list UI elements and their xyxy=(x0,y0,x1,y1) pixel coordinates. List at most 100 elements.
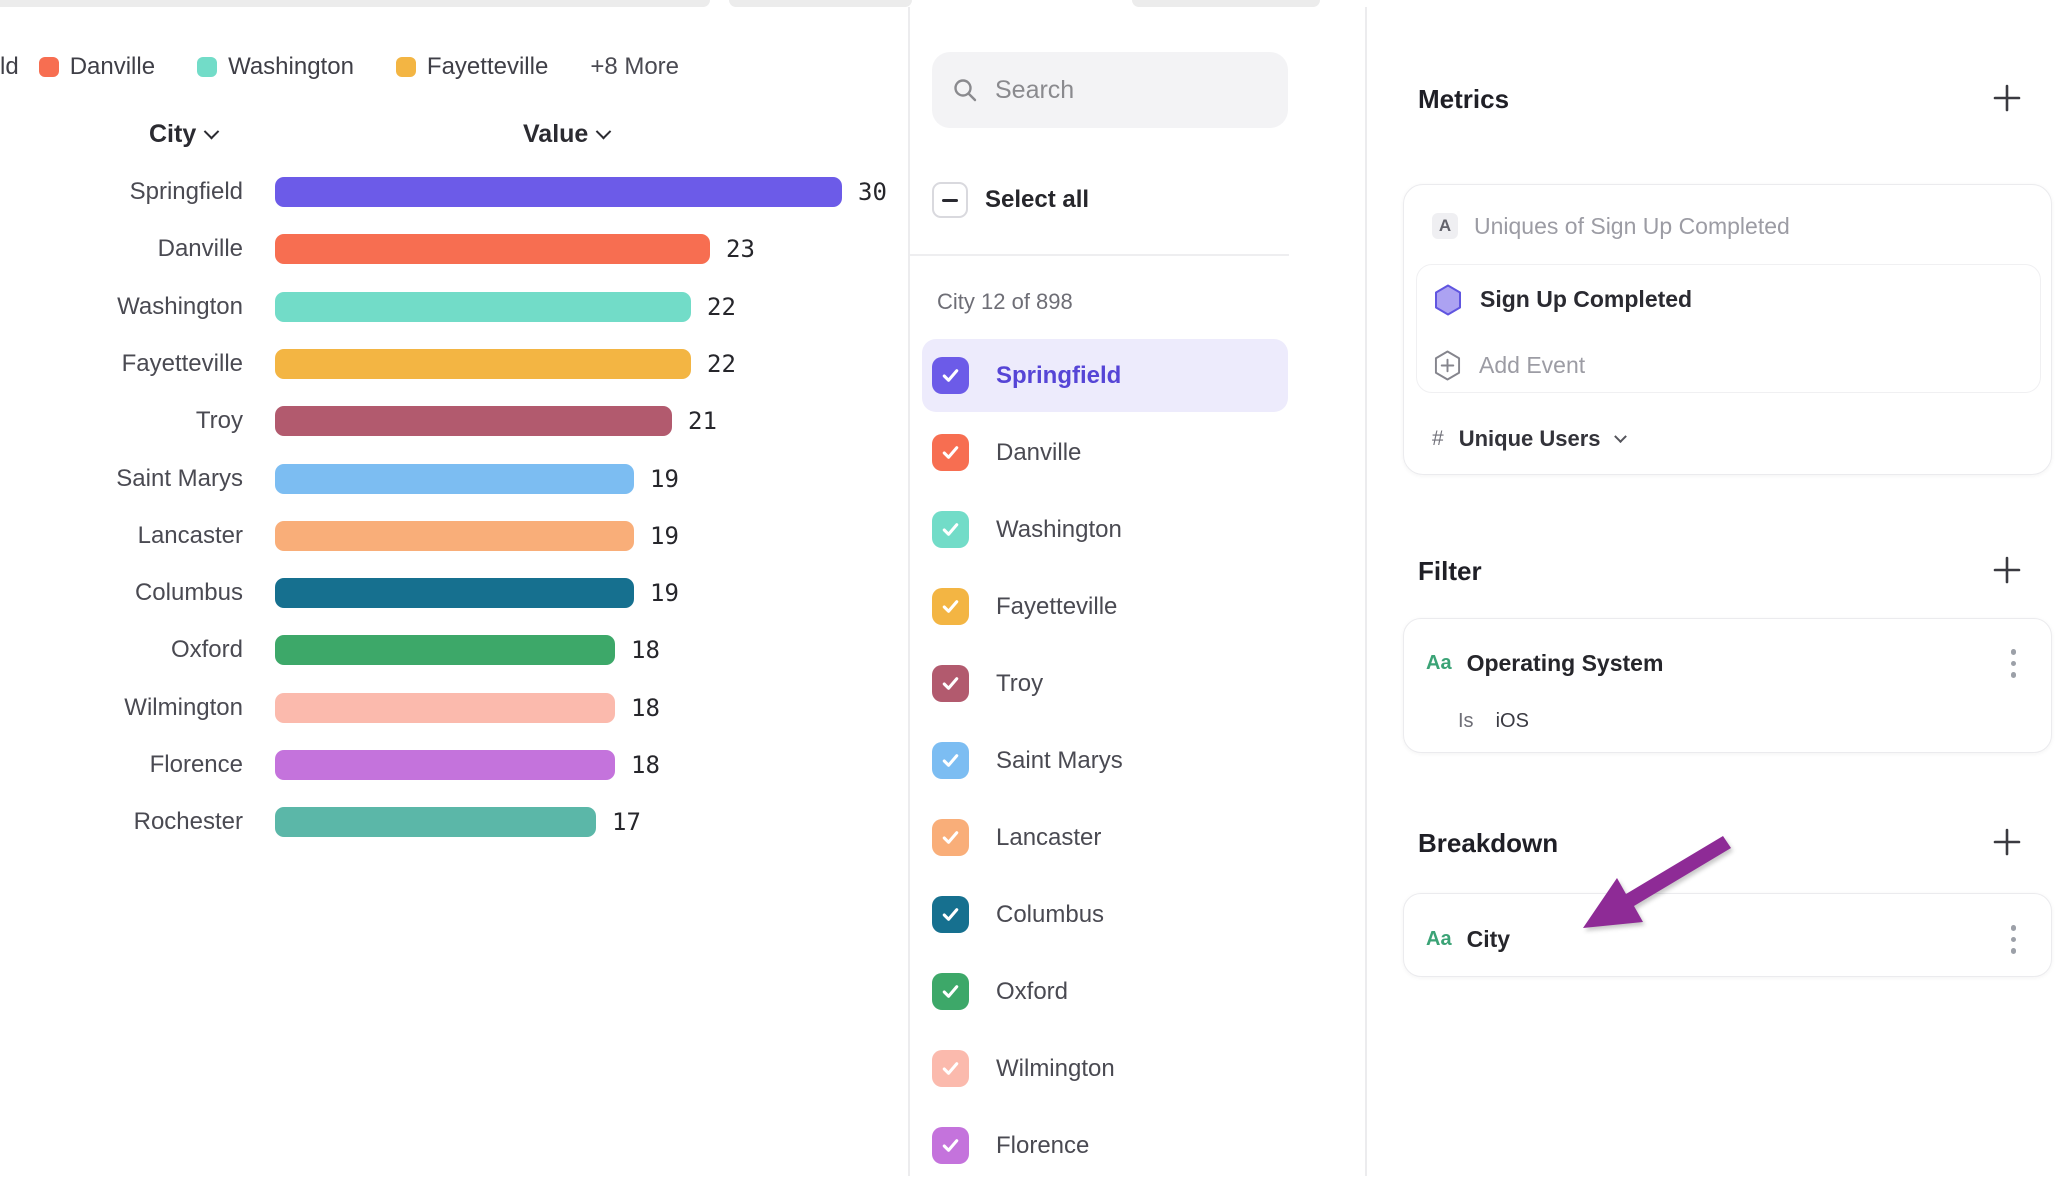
city-name-label: Lancaster xyxy=(996,824,1101,852)
measure-selector[interactable]: # Unique Users xyxy=(1432,421,1625,457)
add-metric-button[interactable] xyxy=(1992,83,2022,113)
check-icon xyxy=(939,595,962,618)
city-count-label: City 12 of 898 xyxy=(937,289,1073,315)
city-list-item[interactable]: Oxford xyxy=(922,955,1288,1028)
city-list-item[interactable]: Springfield xyxy=(922,339,1288,412)
event-row[interactable]: Sign Up Completed xyxy=(1434,272,1692,327)
legend-item[interactable]: Danville xyxy=(39,53,155,81)
bar[interactable] xyxy=(275,406,672,436)
filter-value: iOS xyxy=(1496,710,1529,733)
chart-row: Oxford18 xyxy=(0,621,908,679)
city-checkbox[interactable] xyxy=(932,588,969,625)
city-checkbox[interactable] xyxy=(932,973,969,1010)
bar-category-label: Springfield xyxy=(0,163,243,221)
city-checkbox[interactable] xyxy=(932,819,969,856)
city-checkbox[interactable] xyxy=(932,1050,969,1087)
chart-column-city[interactable]: City xyxy=(149,118,217,150)
chart-row: Rochester17 xyxy=(0,793,908,851)
legend-item-truncated[interactable]: ld xyxy=(0,53,19,81)
city-name-label: Florence xyxy=(996,1132,1089,1160)
city-checkbox[interactable] xyxy=(932,742,969,779)
event-card: Sign Up Completed Add Event xyxy=(1416,264,2041,393)
city-list-item[interactable]: Wilmington xyxy=(922,1032,1288,1105)
legend-items: Danville Washington Fayetteville xyxy=(39,53,549,81)
toolbar-sliver xyxy=(0,0,710,7)
chart-column-value[interactable]: Value xyxy=(523,118,609,150)
city-list-item[interactable]: Saint Marys xyxy=(922,724,1288,797)
divider xyxy=(910,254,1289,256)
select-all-row[interactable]: Select all xyxy=(932,182,1089,218)
bar[interactable] xyxy=(275,464,634,494)
add-event-label: Add Event xyxy=(1479,352,1585,379)
chart-row: Danville 23 xyxy=(0,220,908,278)
city-list-item[interactable]: Danville xyxy=(922,416,1288,489)
search-input[interactable] xyxy=(995,76,1245,105)
bar[interactable] xyxy=(275,693,615,723)
bar[interactable] xyxy=(275,349,691,379)
breakdown-menu-button[interactable] xyxy=(2011,925,2017,954)
chart-column-value-label: Value xyxy=(523,120,588,149)
search-box[interactable] xyxy=(932,52,1288,128)
check-icon xyxy=(939,672,962,695)
breakdown-card[interactable]: Aa City xyxy=(1403,893,2052,977)
city-name-label: Fayetteville xyxy=(996,593,1117,621)
city-checkbox[interactable] xyxy=(932,896,969,933)
city-checkbox[interactable] xyxy=(932,665,969,702)
filter-clause[interactable]: Is iOS xyxy=(1458,710,1529,733)
bar[interactable] xyxy=(275,234,710,264)
analytics-app: { "legend": { "truncated_item": "ld", "i… xyxy=(0,0,2064,1176)
bar[interactable] xyxy=(275,578,634,608)
legend-item[interactable]: Washington xyxy=(197,53,354,81)
city-list-item[interactable]: Troy xyxy=(922,647,1288,720)
add-filter-button[interactable] xyxy=(1992,555,2022,585)
bar-category-label: Lancaster xyxy=(0,507,243,565)
chart-row: Springfield30 xyxy=(0,163,908,221)
select-all-checkbox[interactable] xyxy=(932,182,968,218)
event-hexagon-icon xyxy=(1434,284,1462,316)
filter-card[interactable]: Aa Operating System Is iOS xyxy=(1403,618,2052,753)
bar-category-label: Rochester xyxy=(0,793,243,851)
bar-value-label: 18 xyxy=(631,736,660,794)
bar-value-label: 19 xyxy=(650,564,679,622)
city-checkbox[interactable] xyxy=(932,434,969,471)
indeterminate-icon xyxy=(942,199,958,202)
check-icon xyxy=(939,364,962,387)
add-breakdown-button[interactable] xyxy=(1992,827,2022,857)
add-event-button[interactable]: Add Event xyxy=(1434,341,1585,389)
bar-category-label: Saint Marys xyxy=(0,450,243,508)
city-checkbox[interactable] xyxy=(932,511,969,548)
bar-value-label: 22 xyxy=(707,278,736,336)
bar[interactable] xyxy=(275,807,596,837)
bar[interactable] xyxy=(275,635,615,665)
chart-row: Florence18 xyxy=(0,736,908,794)
city-list-item[interactable]: Columbus xyxy=(922,878,1288,951)
city-checkbox[interactable] xyxy=(932,357,969,394)
chart-row: Lancaster19 xyxy=(0,507,908,565)
bar-category-label: Columbus xyxy=(0,564,243,622)
search-icon xyxy=(952,77,979,104)
text-type-badge: Aa xyxy=(1426,928,1452,951)
metric-card[interactable]: A Uniques of Sign Up Completed Sign Up C… xyxy=(1403,184,2052,475)
bar-value-label: 22 xyxy=(707,335,736,393)
filter-menu-button[interactable] xyxy=(2011,649,2017,678)
chart-legend: ld Danville Washington Fayetteville +8 Mor… xyxy=(0,52,679,82)
city-name-label: Wilmington xyxy=(996,1055,1115,1083)
add-event-icon xyxy=(1434,350,1461,381)
city-name-label: Springfield xyxy=(996,362,1121,390)
bar[interactable] xyxy=(275,292,691,322)
bar[interactable] xyxy=(275,750,615,780)
city-list-item[interactable]: Lancaster xyxy=(922,801,1288,874)
bar-value-label: 23 xyxy=(726,220,755,278)
city-list-item[interactable]: Florence xyxy=(922,1109,1288,1182)
city-checkbox[interactable] xyxy=(932,1127,969,1164)
city-list-item[interactable]: Fayetteville xyxy=(922,570,1288,643)
legend-item[interactable]: Fayetteville xyxy=(396,53,548,81)
bar[interactable] xyxy=(275,521,634,551)
number-symbol: # xyxy=(1432,427,1444,451)
bar[interactable] xyxy=(275,177,842,207)
legend-more-button[interactable]: +8 More xyxy=(590,53,679,81)
event-name: Sign Up Completed xyxy=(1480,286,1692,313)
city-list-item[interactable]: Washington xyxy=(922,493,1288,566)
bar-category-label: Danville xyxy=(0,220,243,278)
bar-category-label: Oxford xyxy=(0,621,243,679)
